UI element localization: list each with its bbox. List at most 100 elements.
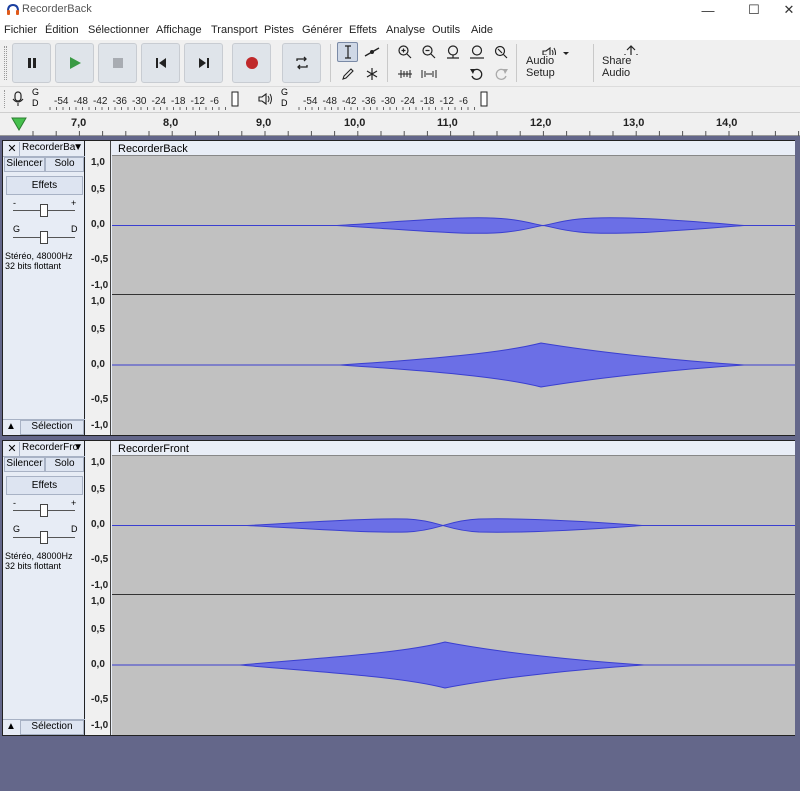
ruler-label: -1,0 <box>91 580 109 591</box>
track-name-menu[interactable]: RecorderBa ▼ <box>19 142 85 156</box>
track-name-menu[interactable]: RecorderFro ▼ <box>19 442 85 456</box>
menu-analyse[interactable]: Analyse <box>386 24 425 36</box>
gain-slider[interactable] <box>40 504 48 517</box>
clip-title-bar[interactable]: RecorderFront <box>112 441 795 456</box>
mute-button[interactable]: Silencer <box>4 457 45 472</box>
track-control-panel[interactable]: ✕ RecorderBa ▼ Silencer Solo Effets - + G… <box>3 141 85 435</box>
skip-to-start-icon <box>155 58 166 68</box>
timeline-label: 14,0 <box>716 117 738 129</box>
audio-track[interactable]: ✕ RecorderFro ▼ Silencer Solo Effets - + … <box>2 440 795 736</box>
record-level-slider-icon[interactable] <box>230 91 240 107</box>
silence-audio-button[interactable] <box>418 64 439 84</box>
multi-tool-button[interactable] <box>361 64 382 84</box>
effects-button[interactable]: Effets <box>6 176 83 195</box>
share-audio-button[interactable]: Share Audio <box>600 43 662 83</box>
clip-title-bar[interactable]: RecorderBack <box>112 141 795 156</box>
menu-edition[interactable]: Édition <box>45 24 79 36</box>
audio-track[interactable]: ✕ RecorderBa ▼ Silencer Solo Effets - + G… <box>2 140 795 436</box>
mute-button[interactable]: Silencer <box>4 157 45 172</box>
playback-level-slider-icon[interactable] <box>479 91 489 107</box>
redo-button[interactable] <box>490 64 511 84</box>
waveform-channel-right[interactable] <box>112 295 795 435</box>
select-track-button[interactable]: Sélection <box>20 420 84 435</box>
track-close-button[interactable]: ✕ <box>5 442 19 456</box>
audio-setup-button[interactable]: Audio Setup <box>524 43 586 83</box>
redo-icon <box>495 68 508 80</box>
minimize-button[interactable]: — <box>685 0 731 20</box>
ruler-label: 1,0 <box>91 596 105 607</box>
waveform-area[interactable]: RecorderFront <box>112 441 795 735</box>
menu-pistes[interactable]: Pistes <box>264 24 294 36</box>
timeline-label: 8,0 <box>163 117 179 129</box>
menu-outils[interactable]: Outils <box>432 24 460 36</box>
waveform-area[interactable]: RecorderBack <box>112 141 795 435</box>
solo-button[interactable]: Solo <box>45 457 84 472</box>
menu-affichage[interactable]: Affichage <box>156 24 202 36</box>
track-format-info: Stéréo, 48000Hz <box>5 551 73 561</box>
play-icon <box>69 57 81 69</box>
fit-selection-button[interactable] <box>442 42 463 62</box>
ruler-label: 0,5 <box>91 324 105 335</box>
envelope-tool-button[interactable] <box>361 42 382 62</box>
track-format-info: Stéréo, 48000Hz <box>5 251 73 261</box>
play-button[interactable] <box>55 43 94 83</box>
pause-button[interactable] <box>12 43 51 83</box>
trim-audio-button[interactable] <box>394 64 415 84</box>
zoom-in-button[interactable] <box>394 42 415 62</box>
toolbar-grip[interactable] <box>4 90 7 108</box>
waveform-channel-right[interactable] <box>112 595 795 735</box>
track-control-panel[interactable]: ✕ RecorderFro ▼ Silencer Solo Effets - + … <box>3 441 85 735</box>
track-name: RecorderBa <box>22 142 76 153</box>
toolbar-grip[interactable] <box>4 46 7 80</box>
pan-slider[interactable] <box>40 531 48 544</box>
timeline-label: 12,0 <box>530 117 552 129</box>
menu-fichier[interactable]: Fichier <box>4 24 37 36</box>
ruler-label: 0,5 <box>91 484 105 495</box>
menu-generer[interactable]: Générer <box>302 24 342 36</box>
menu-aide[interactable]: Aide <box>471 24 493 36</box>
vertical-ruler[interactable]: 1,0 0,5 0,0 -0,5 -1,0 1,0 0,5 0,0 -0,5 -… <box>86 141 111 435</box>
menu-selectionner[interactable]: Sélectionner <box>88 24 149 36</box>
share-audio-label: Share Audio <box>602 55 632 79</box>
undo-button[interactable] <box>466 64 487 84</box>
collapse-triangle-icon[interactable]: ▲ <box>6 421 16 432</box>
silence-icon <box>421 70 436 78</box>
zoom-out-button[interactable] <box>418 42 439 62</box>
track-close-button[interactable]: ✕ <box>5 142 19 156</box>
menu-effets[interactable]: Effets <box>349 24 377 36</box>
waveform-channel-left[interactable] <box>112 157 795 294</box>
waveform-channel-left[interactable] <box>112 457 795 594</box>
playback-meter[interactable]: -54 -48 -42 -36 -30 -24 -18 -12 -6 <box>289 89 489 111</box>
asterisk-icon <box>366 68 377 80</box>
select-track-button[interactable]: Sélection <box>20 720 84 735</box>
loop-button[interactable] <box>282 43 321 83</box>
fit-project-button[interactable] <box>466 42 487 62</box>
meter-toolbar: G D -54 -48 -42 -36 -30 -24 -18 -12 -6 G D -54 -4… <box>0 86 800 112</box>
ruler-label: -0,5 <box>91 394 109 405</box>
speaker-icon[interactable] <box>258 92 276 106</box>
collapse-triangle-icon[interactable]: ▲ <box>6 721 16 732</box>
effects-button[interactable]: Effets <box>6 476 83 495</box>
zoom-toggle-button[interactable] <box>490 42 511 62</box>
draw-tool-button[interactable] <box>337 64 358 84</box>
skip-to-start-button[interactable] <box>141 43 180 83</box>
menu-transport[interactable]: Transport <box>211 24 258 36</box>
close-window-button[interactable]: ✕ <box>766 0 800 20</box>
gain-slider[interactable] <box>40 204 48 217</box>
playback-meter-channel-left: G <box>281 87 289 97</box>
clip-name: RecorderBack <box>118 143 188 155</box>
skip-to-end-button[interactable] <box>184 43 223 83</box>
pan-slider[interactable] <box>40 231 48 244</box>
microphone-icon[interactable] <box>12 91 24 107</box>
record-meter-channel-right: D <box>32 98 39 108</box>
waveform-right <box>112 641 795 689</box>
selection-tool-button[interactable] <box>337 42 358 62</box>
ruler-label: 0,5 <box>91 184 105 195</box>
vertical-ruler[interactable]: 1,0 0,5 0,0 -0,5 -1,0 1,0 0,5 0,0 -0,5 -… <box>86 441 111 735</box>
record-meter[interactable]: -54 -48 -42 -36 -30 -24 -18 -12 -6 <box>40 89 240 111</box>
solo-button[interactable]: Solo <box>45 157 84 172</box>
pencil-icon <box>341 68 354 80</box>
record-button[interactable] <box>232 43 271 83</box>
timeline-ruler[interactable]: 7,0 8,0 9,0 10,0 11,0 12,0 13,0 14,0 <box>0 112 800 136</box>
stop-button[interactable] <box>98 43 137 83</box>
